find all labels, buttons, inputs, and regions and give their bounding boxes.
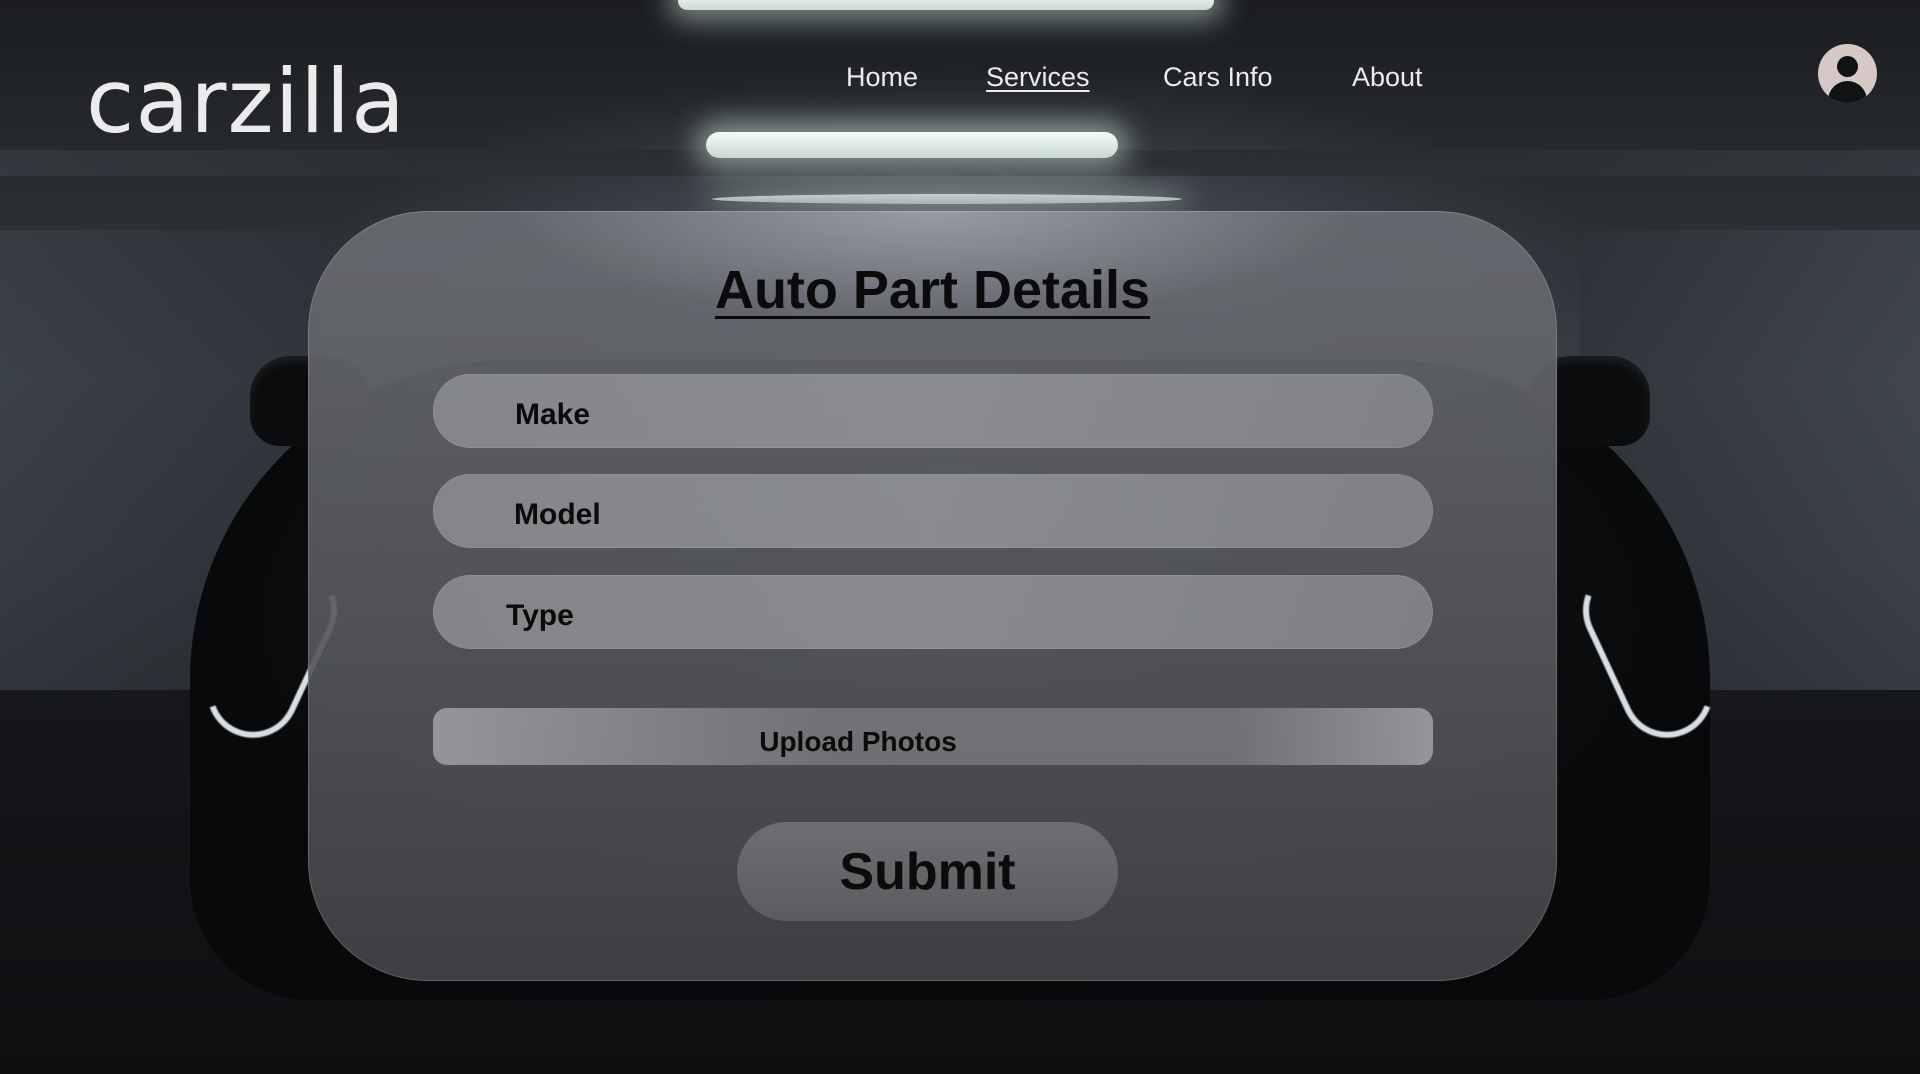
avatar-shoulders — [1828, 81, 1867, 103]
submit-button[interactable]: Submit — [737, 822, 1118, 921]
ceiling-light — [706, 132, 1118, 158]
main-nav: Home Services Cars Info About — [0, 62, 1920, 102]
form-title: Auto Part Details — [714, 260, 1151, 320]
ceiling-light-reflection — [712, 194, 1182, 204]
upload-photos-button[interactable]: Upload Photos — [433, 708, 1433, 765]
auto-part-form-card: Auto Part Details Make Model Type Upload… — [308, 211, 1557, 981]
model-field[interactable]: Model — [433, 474, 1433, 548]
nav-link-about[interactable]: About — [1352, 62, 1423, 93]
page-background: carzilla Home Services Cars Info About A… — [0, 0, 1920, 1074]
avatar-head — [1837, 56, 1858, 77]
nav-link-services[interactable]: Services — [986, 62, 1090, 93]
nav-link-home[interactable]: Home — [846, 62, 918, 93]
ceiling-light — [678, 0, 1214, 10]
make-input[interactable] — [433, 374, 1433, 448]
type-field[interactable]: Type — [433, 575, 1433, 649]
submit-label: Submit — [839, 842, 1016, 901]
nav-link-cars-info[interactable]: Cars Info — [1163, 62, 1273, 93]
make-field[interactable]: Make — [433, 374, 1433, 448]
type-input[interactable] — [433, 575, 1433, 649]
model-input[interactable] — [433, 474, 1433, 548]
user-circle-icon[interactable] — [1818, 44, 1877, 103]
upload-photos-label: Upload Photos — [759, 726, 957, 757]
